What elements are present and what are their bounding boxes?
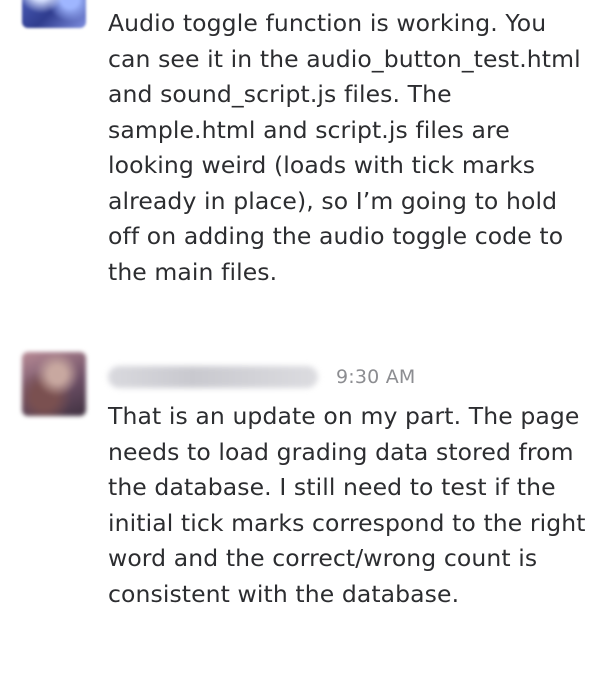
avatar[interactable] xyxy=(22,352,86,416)
avatar[interactable] xyxy=(22,0,86,28)
message-text: Audio toggle function is working. You ca… xyxy=(108,9,581,286)
message-text: That is an update on my part. The page n… xyxy=(108,402,586,608)
sender-name[interactable]: charles_pamosilo xyxy=(108,366,318,388)
message-header: charles_pamosilo 9:30 AM xyxy=(108,360,416,394)
timestamp[interactable]: 9:30 AM xyxy=(336,366,416,388)
message-list: Audio toggle function is working. You ca… xyxy=(0,0,596,675)
